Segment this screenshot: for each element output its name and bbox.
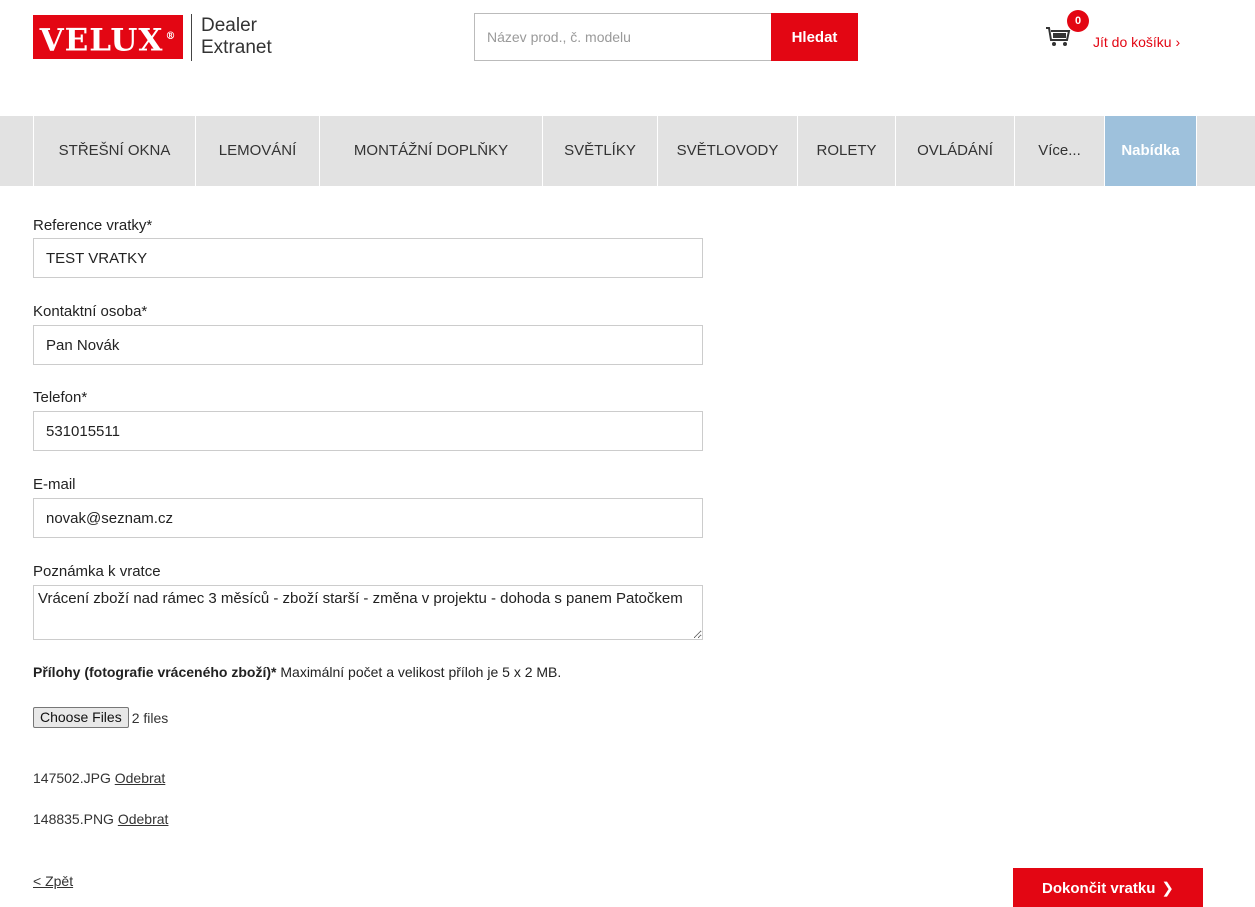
search-button[interactable]: Hledat: [771, 13, 858, 61]
logo-subtitle: Dealer Extranet: [201, 15, 272, 59]
nav-items: STŘEŠNÍ OKNA LEMOVÁNÍ MONTÁŽNÍ DOPLŇKY S…: [33, 116, 1197, 186]
note-label: Poznámka k vratce: [33, 563, 161, 580]
nav-item-lemovani[interactable]: LEMOVÁNÍ: [196, 116, 320, 186]
remove-file-link[interactable]: Odebrat: [115, 770, 166, 786]
attachments-label-note: Maximální počet a velikost příloh je 5 x…: [276, 664, 562, 680]
email-input[interactable]: [33, 498, 703, 538]
phone-label: Telefon*: [33, 389, 88, 406]
attached-file-name: 147502.JPG: [33, 770, 111, 786]
note-textarea[interactable]: Vrácení zboží nad rámec 3 měsíců - zboží…: [33, 585, 703, 640]
contact-label: Kontaktní osoba*: [33, 303, 148, 320]
choose-files-button[interactable]: Choose Files: [33, 707, 129, 728]
nav-item-montazni-doplnky[interactable]: MONTÁŽNÍ DOPLŇKY: [320, 116, 543, 186]
logo-text: VELUX: [39, 22, 164, 59]
attached-file-name: 148835.PNG: [33, 811, 114, 827]
cart-count-badge: 0: [1067, 10, 1089, 32]
cart-icon[interactable]: [1045, 26, 1071, 48]
attachments-label-bold: Přílohy (fotografie vráceného zboží)*: [33, 664, 277, 680]
main-nav: STŘEŠNÍ OKNA LEMOVÁNÍ MONTÁŽNÍ DOPLŇKY S…: [0, 116, 1255, 186]
nav-item-svetlovody[interactable]: SVĚTLOVODY: [658, 116, 798, 186]
files-count: 2 files: [131, 709, 169, 726]
header: VELUX® Dealer Extranet Hledat 0 Jít do k…: [0, 0, 1255, 90]
phone-input[interactable]: [33, 411, 703, 451]
logo-subtitle-line1: Dealer: [201, 15, 257, 36]
logo-divider: [191, 14, 192, 61]
registered-mark: ®: [165, 31, 177, 42]
attached-file: 148835.PNG Odebrat: [33, 811, 168, 827]
reference-label: Reference vratky*: [33, 217, 153, 234]
nav-item-nabidka[interactable]: Nabídka: [1105, 116, 1197, 186]
finish-return-label: Dokončit vratku: [1042, 879, 1156, 897]
nav-item-stresni-okna[interactable]: STŘEŠNÍ OKNA: [34, 116, 196, 186]
reference-input[interactable]: [33, 238, 703, 278]
nav-item-ovladani[interactable]: OVLÁDÁNÍ: [896, 116, 1015, 186]
file-picker: Choose Files 2 files: [33, 707, 168, 728]
go-to-cart-link[interactable]: Jít do košíku ›: [1093, 34, 1180, 50]
velux-logo[interactable]: VELUX ®: [33, 15, 183, 59]
remove-file-link[interactable]: Odebrat: [118, 811, 169, 827]
attachments-label: Přílohy (fotografie vráceného zboží)* Ma…: [33, 664, 561, 680]
chevron-right-icon: ❯: [1161, 879, 1174, 897]
attached-file: 147502.JPG Odebrat: [33, 770, 165, 786]
nav-item-vice[interactable]: Více...: [1015, 116, 1105, 186]
nav-item-rolety[interactable]: ROLETY: [798, 116, 896, 186]
email-label: E-mail: [33, 476, 76, 493]
finish-return-button[interactable]: Dokončit vratku ❯: [1013, 868, 1203, 907]
logo-subtitle-line2: Extranet: [201, 37, 272, 58]
nav-item-svetliky[interactable]: SVĚTLÍKY: [543, 116, 658, 186]
contact-input[interactable]: [33, 325, 703, 365]
back-link[interactable]: < Zpět: [33, 873, 73, 889]
search-input[interactable]: [474, 13, 771, 61]
